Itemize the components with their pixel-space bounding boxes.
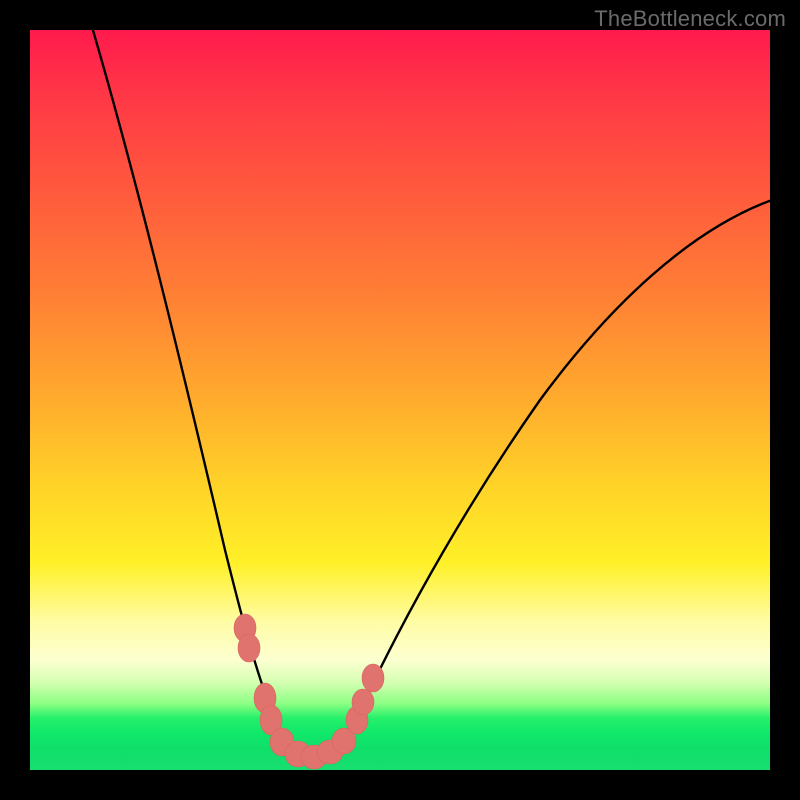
plot-area — [30, 30, 770, 770]
marker-group — [234, 614, 384, 769]
marker-dot — [238, 634, 260, 662]
watermark-text: TheBottleneck.com — [594, 6, 786, 32]
marker-dot — [362, 664, 384, 692]
bottleneck-curve — [90, 30, 770, 757]
chart-svg — [30, 30, 770, 770]
marker-dot — [352, 689, 374, 715]
outer-frame: TheBottleneck.com — [0, 0, 800, 800]
